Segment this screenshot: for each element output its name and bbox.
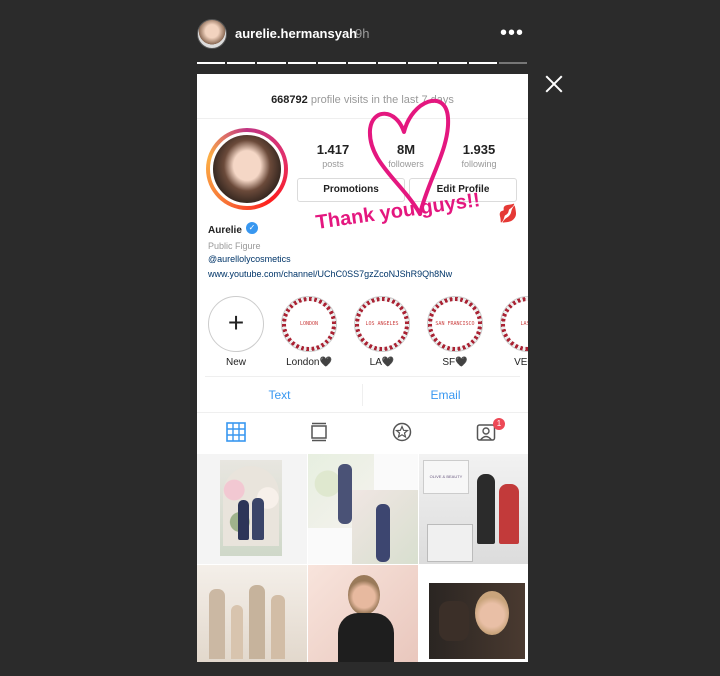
highlight-label: LA🖤 (369, 357, 395, 368)
highlight-cover: LOS ANGELES (359, 301, 405, 347)
lips-sticker: 💋 (496, 204, 520, 225)
highlight-cover: LONDON (286, 301, 332, 347)
story-time: 9h (355, 26, 370, 41)
email-button[interactable]: Email (363, 388, 528, 402)
profile-picture[interactable] (210, 132, 284, 206)
story-avatar[interactable] (197, 19, 227, 49)
post-thumbnail[interactable]: OLIVE & BEAUTY (419, 454, 528, 564)
post-thumbnail[interactable] (197, 565, 307, 662)
notification-badge: 1 (493, 418, 505, 430)
highlight-vegas[interactable]: LAS V (500, 296, 528, 352)
more-options-icon[interactable]: ••• (500, 22, 524, 45)
progress-segment (347, 62, 377, 64)
progress-segment (317, 62, 346, 64)
highlight-label: New (225, 357, 246, 368)
post-thumbnail[interactable] (419, 565, 528, 662)
profile-name: Aurelie (208, 225, 242, 236)
progress-segment (468, 62, 497, 64)
profile-mention[interactable]: @aurellolycosmetics (208, 254, 291, 264)
divider (205, 376, 520, 377)
post-thumbnail[interactable] (197, 454, 307, 564)
following-stat[interactable]: 1.935 following (444, 142, 514, 169)
highlight-london[interactable]: LONDON (281, 296, 337, 352)
close-icon[interactable] (543, 73, 565, 95)
progress-segment (227, 62, 256, 64)
following-count: 1.935 (462, 142, 496, 157)
profile-website-link[interactable]: www.youtube.com/channel/UChC0SS7gzZcoNJS… (208, 269, 452, 279)
post-thumbnail[interactable] (308, 454, 418, 564)
divider (197, 412, 528, 413)
posts-label: posts (322, 159, 344, 169)
highlight-cover: SAN FRANCISCO (432, 301, 478, 347)
highlight-cover: LAS V (505, 301, 528, 347)
posts-count: 1.417 (316, 142, 350, 157)
visits-count: 668792 (271, 94, 308, 106)
highlight-sf[interactable]: SAN FRANCISCO (427, 296, 483, 352)
progress-segment (408, 62, 437, 64)
grid-icon[interactable] (226, 422, 246, 442)
highlight-la[interactable]: LOS ANGELES (354, 296, 410, 352)
highlight-label: London🖤 (286, 357, 332, 368)
post-grid: OLIVE & BEAUTY (197, 454, 528, 662)
following-label: following (461, 159, 497, 169)
story-progress-bar (197, 62, 528, 65)
verified-icon: ✓ (246, 222, 258, 234)
posts-stat[interactable]: 1.417 posts (298, 142, 368, 169)
plus-icon: + (227, 307, 245, 338)
igtv-icon[interactable] (392, 422, 412, 442)
text-button[interactable]: Text (197, 388, 362, 402)
post-overlay-text: OLIVE & BEAUTY (423, 460, 469, 494)
feed-icon[interactable] (309, 422, 329, 442)
highlight-label: SF🖤 (442, 357, 468, 368)
story-username[interactable]: aurelie.hermansyah (235, 26, 357, 41)
progress-segment (378, 62, 407, 64)
progress-segment (197, 62, 226, 64)
progress-segment (498, 62, 528, 64)
profile-category: Public Figure (208, 241, 261, 251)
post-thumbnail[interactable] (308, 565, 418, 662)
highlight-label: VEGA (514, 357, 528, 368)
progress-segment (438, 62, 467, 64)
progress-segment (287, 62, 316, 64)
highlight-new[interactable]: + (208, 296, 264, 352)
progress-segment (257, 62, 286, 64)
